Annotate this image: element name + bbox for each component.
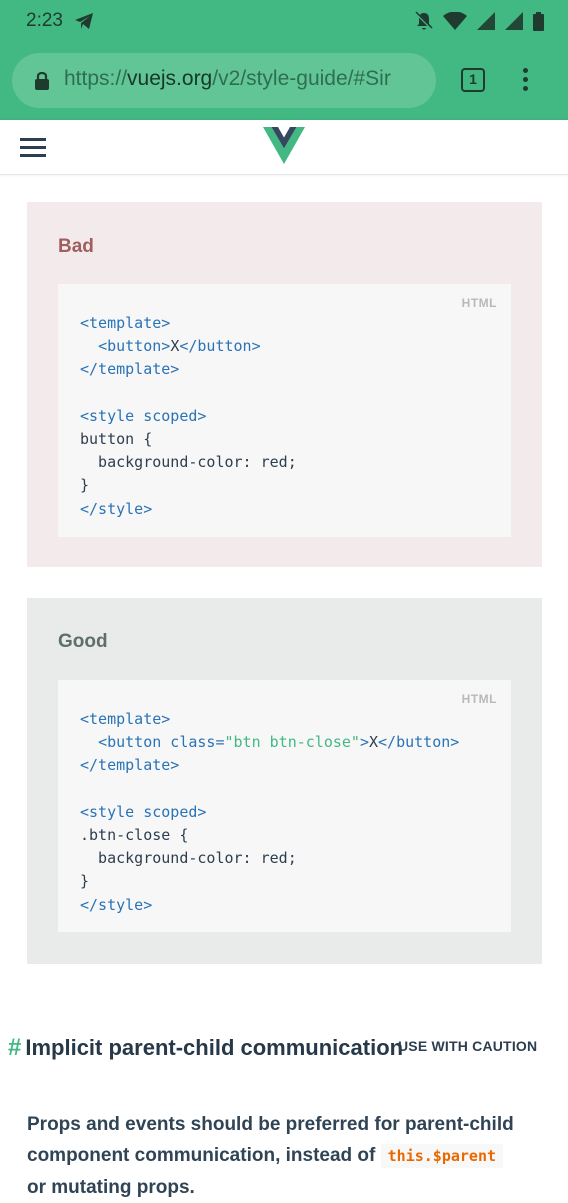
site-header [0, 120, 568, 175]
code-token: </button> [378, 733, 460, 752]
code-line: <template> [80, 314, 171, 332]
code-line: <template> [80, 710, 171, 728]
code-block: HTML <template> <button>X</button> </tem… [58, 284, 511, 537]
code-line: .btn-close { [80, 826, 189, 845]
address-bar[interactable]: https://vuejs.org/v2/style-guide/#Sir [12, 53, 436, 108]
signal-icon [477, 12, 495, 30]
lock-icon [35, 71, 49, 90]
caution-badge: USE WITH CAUTION [398, 1038, 538, 1054]
code-line: background-color: red; [80, 453, 297, 472]
vue-logo[interactable] [263, 127, 305, 165]
status-time: 2:23 [26, 10, 63, 31]
code-token: <button class= [98, 733, 225, 752]
code-line: button { [80, 430, 153, 449]
code-block: HTML <template> <button class="btn btn-c… [58, 680, 511, 932]
menu-icon[interactable] [20, 138, 46, 162]
code-line: </style> [80, 499, 153, 518]
code-token: X [369, 733, 379, 752]
code-line: background-color: red; [80, 849, 297, 868]
code-content: <template> <button class="btn btn-close"… [80, 708, 459, 917]
url-text: https://vuejs.org/v2/style-guide/#Sir [64, 67, 424, 91]
wifi-icon [443, 12, 467, 30]
url-prefix: https:// [64, 67, 128, 90]
more-menu-icon[interactable] [522, 68, 530, 95]
anchor-link[interactable]: # [8, 1034, 21, 1061]
signal-icon [505, 12, 523, 30]
tab-switcher-button[interactable]: 1 [461, 68, 485, 92]
status-bar: 2:23 [0, 0, 568, 44]
bad-heading: Bad [58, 236, 94, 257]
code-line: <style scoped> [80, 406, 207, 425]
code-token: "btn btn-close" [224, 733, 360, 752]
browser-toolbar: https://vuejs.org/v2/style-guide/#Sir 1 [0, 44, 568, 120]
bad-example: Bad HTML <template> <button>X</button> <… [27, 202, 542, 567]
telegram-icon [75, 13, 93, 29]
code-token: X [170, 337, 180, 356]
code-line: </template> [80, 756, 180, 775]
url-path: /v2/style-guide/#Sir [212, 67, 391, 90]
section-heading: # Implicit parent-child communication [8, 1034, 403, 1062]
battery-icon [533, 11, 544, 31]
good-example: Good HTML <template> <button class="btn … [27, 598, 542, 964]
code-lang-label: HTML [461, 692, 497, 706]
code-token: > [359, 733, 369, 752]
code-line: } [80, 476, 90, 495]
code-line: </style> [80, 895, 153, 914]
inline-code: this.$parent [380, 1144, 504, 1168]
code-lang-label: HTML [461, 296, 497, 310]
code-token: </button> [179, 337, 261, 356]
code-line: <style scoped> [80, 802, 207, 821]
code-line: </template> [80, 360, 180, 379]
code-line: } [80, 872, 90, 891]
section-paragraph: Props and events should be preferred for… [27, 1109, 527, 1203]
code-content: <template> <button>X</button> </template… [80, 312, 297, 521]
good-heading: Good [58, 631, 108, 652]
section-title: Implicit parent-child communication [25, 1035, 404, 1060]
notifications-off-icon [415, 11, 433, 30]
paragraph-text: or mutating props. [27, 1177, 195, 1198]
url-domain: vuejs.org [127, 67, 213, 90]
code-token: <button> [98, 337, 171, 356]
